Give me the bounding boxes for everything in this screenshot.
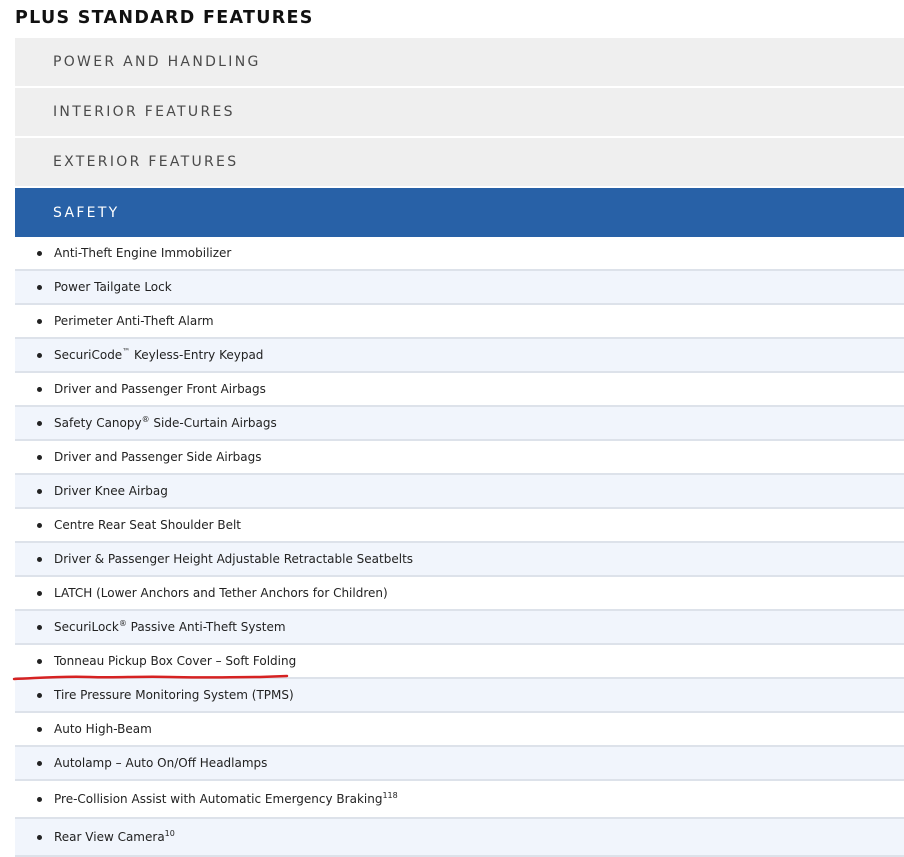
list-item: Driver & Passenger Height Adjustable Ret… — [15, 543, 904, 577]
feature-superscript: 118 — [382, 791, 398, 800]
list-item: Driver Knee Airbag — [15, 475, 904, 509]
bullet-icon — [37, 590, 42, 596]
bullet-icon — [37, 692, 42, 698]
feature-name: Driver and Passenger Side Airbags — [54, 450, 262, 464]
feature-name: Driver Knee Airbag — [54, 484, 168, 498]
feature-superscript: ® — [118, 619, 127, 628]
feature-text: SecuriCode™ Keyless-Entry Keypad — [54, 347, 264, 363]
feature-text: Power Tailgate Lock — [54, 280, 172, 294]
feature-text: Tire Pressure Monitoring System (TPMS) — [54, 688, 294, 702]
bullet-icon — [37, 658, 42, 664]
feature-text: Driver and Passenger Front Airbags — [54, 382, 266, 396]
list-item: Driver and Passenger Side Airbags — [15, 441, 904, 475]
feature-name: Auto High-Beam — [54, 722, 152, 736]
feature-name-rest: Passive Anti-Theft System — [126, 620, 286, 634]
list-item: Rear View Camera10 — [15, 819, 904, 857]
bullet-icon — [37, 318, 42, 324]
features-accordion: POWER AND HANDLING INTERIOR FEATURES EXT… — [15, 38, 904, 857]
bullet-icon — [37, 796, 42, 802]
feature-name: LATCH (Lower Anchors and Tether Anchors … — [54, 586, 388, 600]
feature-name: SecuriLock — [54, 620, 119, 634]
bullet-icon — [37, 420, 42, 426]
section-safety[interactable]: SAFETY — [15, 188, 904, 237]
feature-text: Driver & Passenger Height Adjustable Ret… — [54, 552, 413, 566]
list-item: Safety Canopy® Side-Curtain Airbags — [15, 407, 904, 441]
feature-name-rest: Keyless-Entry Keypad — [130, 348, 264, 362]
bullet-icon — [37, 624, 42, 630]
bullet-icon — [37, 834, 42, 840]
feature-text: Anti-Theft Engine Immobilizer — [54, 246, 231, 260]
section-label: INTERIOR FEATURES — [53, 104, 235, 120]
feature-name: Driver & Passenger Height Adjustable Ret… — [54, 552, 414, 566]
bullet-icon — [37, 386, 42, 392]
feature-text: Pre-Collision Assist with Automatic Emer… — [54, 791, 398, 807]
feature-name: Power Tailgate Lock — [54, 280, 172, 294]
section-label: SAFETY — [53, 204, 120, 221]
feature-text: Auto High-Beam — [54, 722, 152, 736]
list-item: Driver and Passenger Front Airbags — [15, 373, 904, 407]
feature-name: Tire Pressure Monitoring System (TPMS) — [54, 688, 294, 702]
section-exterior-features[interactable]: EXTERIOR FEATURES — [15, 138, 904, 186]
feature-text: LATCH (Lower Anchors and Tether Anchors … — [54, 586, 388, 600]
list-item: Anti-Theft Engine Immobilizer — [15, 237, 904, 271]
bullet-icon — [37, 760, 42, 766]
feature-name-rest: Side-Curtain Airbags — [149, 416, 277, 430]
bullet-icon — [37, 284, 42, 290]
section-label: POWER AND HANDLING — [53, 54, 261, 70]
feature-superscript: ® — [141, 415, 150, 424]
list-item: SecuriLock® Passive Anti-Theft System — [15, 611, 904, 645]
list-item: Power Tailgate Lock — [15, 271, 904, 305]
bullet-icon — [37, 250, 42, 256]
feature-superscript: 10 — [164, 829, 175, 838]
feature-text: Centre Rear Seat Shoulder Belt — [54, 518, 241, 532]
feature-name: Rear View Camera — [54, 830, 165, 844]
feature-name: Driver and Passenger Front Airbags — [54, 382, 266, 396]
section-power-and-handling[interactable]: POWER AND HANDLING — [15, 38, 904, 86]
list-item: Auto High-Beam — [15, 713, 904, 747]
bullet-icon — [37, 488, 42, 494]
safety-feature-list: Anti-Theft Engine Immobilizer Power Tailg… — [15, 237, 904, 857]
bullet-icon — [37, 726, 42, 732]
feature-text: Rear View Camera10 — [54, 829, 175, 845]
bullet-icon — [37, 522, 42, 528]
feature-superscript: ™ — [122, 347, 131, 356]
feature-text: Tonneau Pickup Box Cover – Soft Folding — [54, 654, 296, 668]
bullet-icon — [37, 352, 42, 358]
feature-name: Centre Rear Seat Shoulder Belt — [54, 518, 242, 532]
list-item: SecuriCode™ Keyless-Entry Keypad — [15, 339, 904, 373]
feature-text: Autolamp – Auto On/Off Headlamps — [54, 756, 267, 770]
feature-name: Autolamp – Auto On/Off Headlamps — [54, 756, 268, 770]
feature-text: Driver and Passenger Side Airbags — [54, 450, 262, 464]
list-item: Pre-Collision Assist with Automatic Emer… — [15, 781, 904, 819]
feature-name: Anti-Theft Engine Immobilizer — [54, 246, 232, 260]
feature-name: Tonneau Pickup Box Cover – Soft Folding — [54, 654, 297, 668]
feature-text: Perimeter Anti-Theft Alarm — [54, 314, 214, 328]
section-label: EXTERIOR FEATURES — [53, 154, 239, 170]
list-item: Centre Rear Seat Shoulder Belt — [15, 509, 904, 543]
feature-name: Perimeter Anti-Theft Alarm — [54, 314, 214, 328]
list-item: LATCH (Lower Anchors and Tether Anchors … — [15, 577, 904, 611]
section-interior-features[interactable]: INTERIOR FEATURES — [15, 88, 904, 136]
page-title: PLUS STANDARD FEATURES — [15, 8, 314, 28]
feature-name: SecuriCode — [54, 348, 123, 362]
list-item: Tonneau Pickup Box Cover – Soft Folding — [15, 645, 904, 679]
bullet-icon — [37, 556, 42, 562]
list-item: Perimeter Anti-Theft Alarm — [15, 305, 904, 339]
list-item: Tire Pressure Monitoring System (TPMS) — [15, 679, 904, 713]
list-item: Autolamp – Auto On/Off Headlamps — [15, 747, 904, 781]
feature-text: Driver Knee Airbag — [54, 484, 168, 498]
bullet-icon — [37, 454, 42, 460]
feature-name: Pre-Collision Assist with Automatic Emer… — [54, 792, 383, 806]
feature-text: SecuriLock® Passive Anti-Theft System — [54, 619, 286, 635]
feature-text: Safety Canopy® Side-Curtain Airbags — [54, 415, 277, 431]
feature-name: Safety Canopy — [54, 416, 142, 430]
